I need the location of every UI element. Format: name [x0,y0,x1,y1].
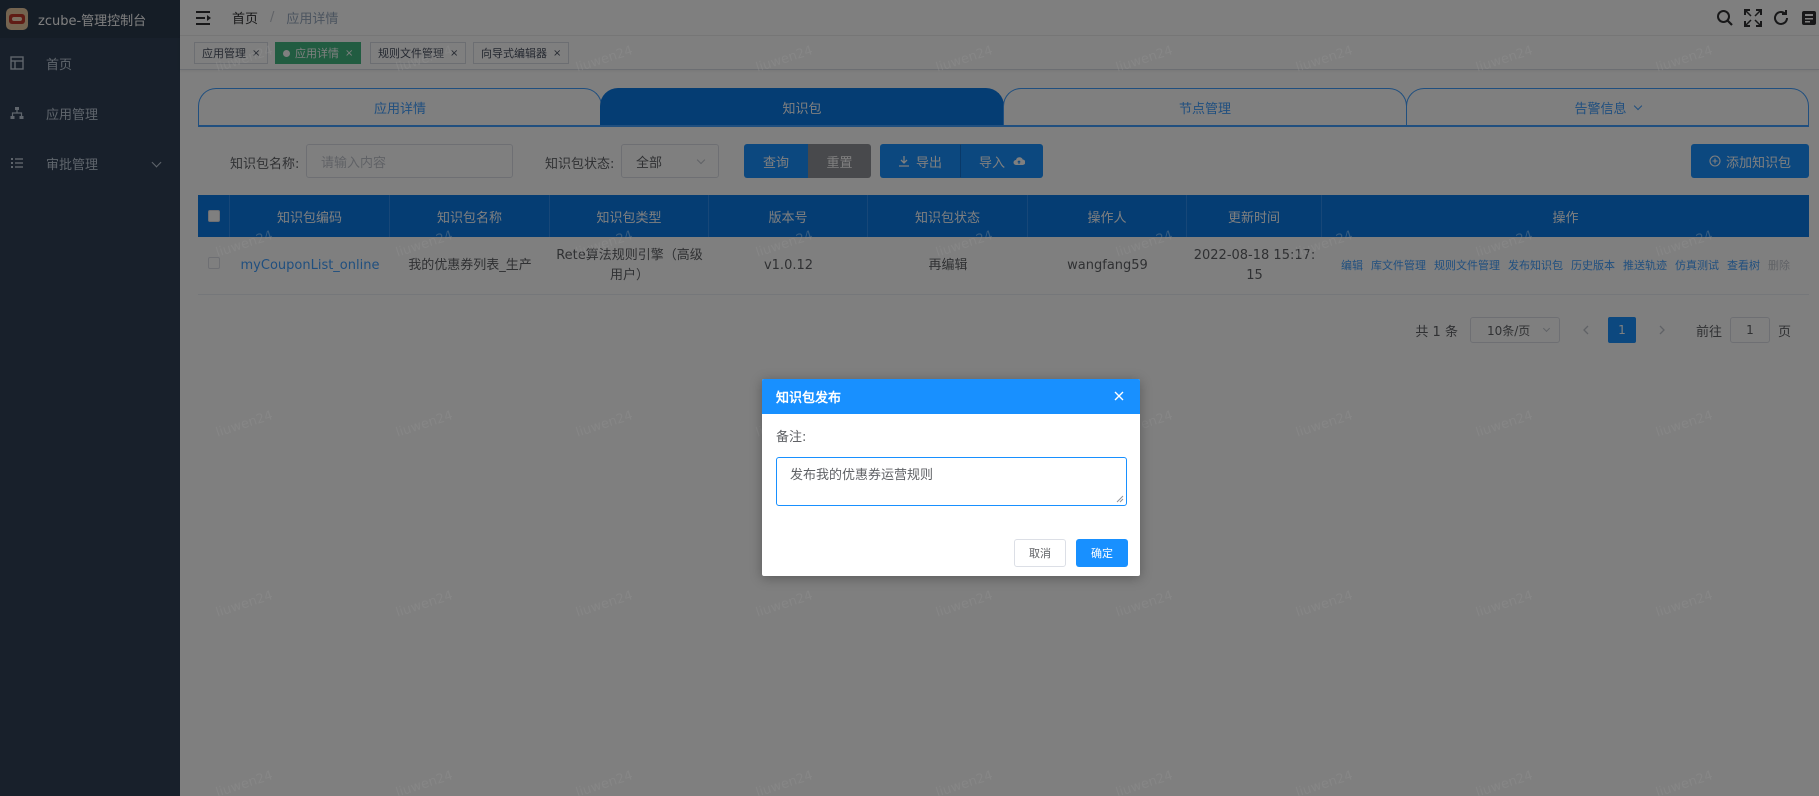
remark-text: 发布我的优惠券运营规则 [790,468,934,483]
publish-dialog: 知识包发布 备注: 发布我的优惠券运营规则 取消 确定 [762,379,1140,576]
dialog-title: 知识包发布 [776,391,842,406]
remark-textarea[interactable]: 发布我的优惠券运营规则 [776,457,1127,506]
cancel-button[interactable]: 取消 [1014,539,1066,567]
confirm-button[interactable]: 确定 [1076,539,1128,567]
dialog-header: 知识包发布 [762,379,1140,414]
close-icon[interactable] [1112,389,1126,403]
remark-label: 备注: [776,430,807,445]
resize-handle-icon[interactable] [1116,495,1124,503]
